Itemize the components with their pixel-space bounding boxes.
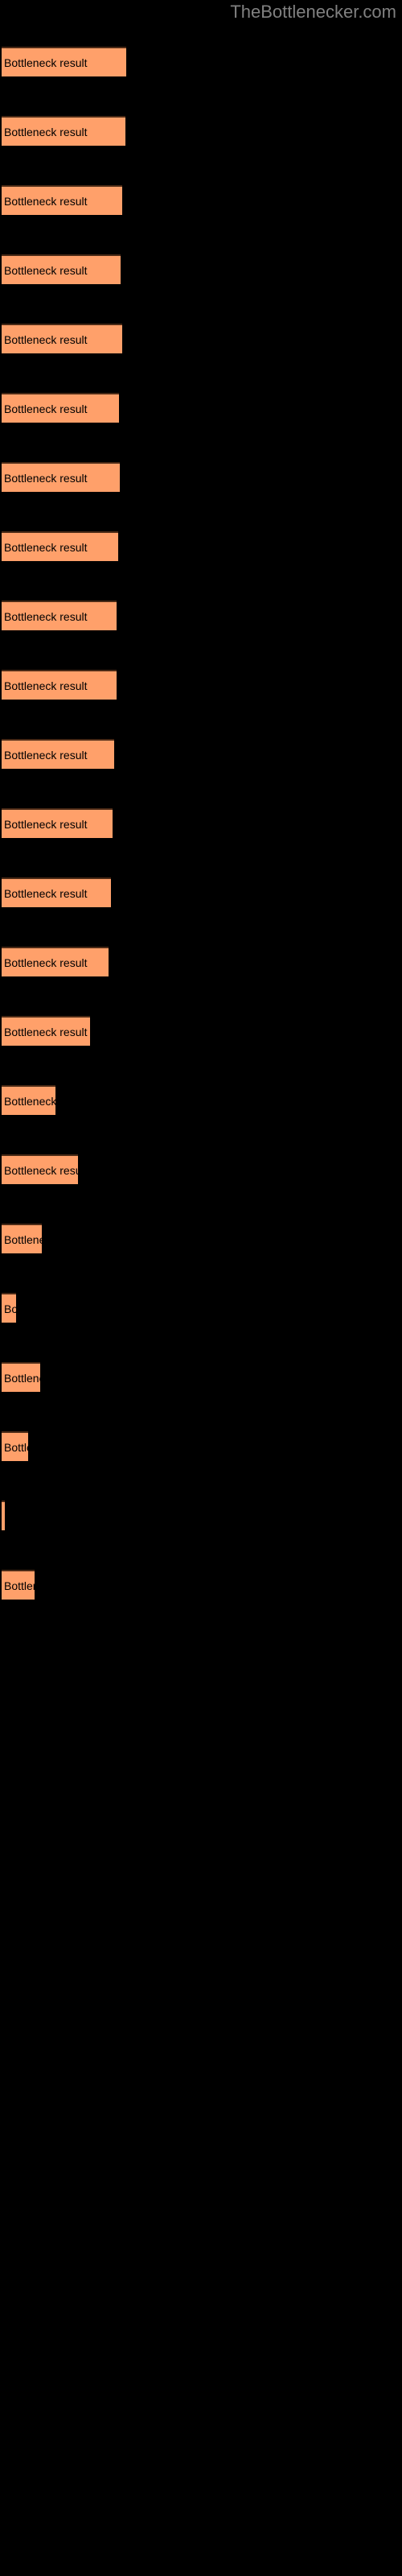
- bar-row[interactable]: Bottleneck result: [2, 47, 126, 76]
- bar-label: Bottleneck result: [4, 1163, 78, 1177]
- bar-label: Bottleneck result: [4, 56, 88, 69]
- bar-row[interactable]: Bottleneck result: [2, 1085, 55, 1115]
- bar[interactable]: Bottleneck result: [2, 254, 121, 284]
- bar[interactable]: Bottleneck result: [2, 670, 117, 700]
- bar[interactable]: Bottleneck result: [2, 1362, 40, 1392]
- bar[interactable]: Bottleneck result: [2, 393, 119, 423]
- bar-row[interactable]: Bottleneck result: [2, 116, 125, 146]
- bar-label: Bottleneck result: [4, 540, 88, 554]
- bar[interactable]: Bottleneck result: [2, 1431, 28, 1461]
- bar-row[interactable]: Bottleneck result: [2, 947, 109, 976]
- bar[interactable]: Bottleneck result: [2, 1501, 5, 1530]
- bar-label: Bottleneck result: [4, 194, 88, 208]
- bar-row[interactable]: Bottleneck result: [2, 1501, 5, 1530]
- bar-label: Bottleneck result: [4, 471, 88, 485]
- bar[interactable]: Bottleneck result: [2, 47, 126, 76]
- bar[interactable]: Bottleneck result: [2, 531, 118, 561]
- bar[interactable]: Bottleneck result: [2, 116, 125, 146]
- bar-label: Bottleneck result: [4, 1094, 55, 1108]
- bar-label: Bottleneck result: [4, 886, 88, 900]
- bar-label: Bottleneck result: [4, 679, 88, 692]
- bar-row[interactable]: Bottleneck result: [2, 1431, 28, 1461]
- bar[interactable]: Bottleneck result: [2, 324, 122, 353]
- bar-row[interactable]: Bottleneck result: [2, 393, 119, 423]
- bar-label: Bottleneck result: [4, 1510, 5, 1523]
- bar-label: Bottleneck result: [4, 402, 88, 415]
- bar-row[interactable]: Bottleneck result: [2, 877, 111, 907]
- bar-label: Bottleneck result: [4, 1440, 28, 1454]
- bar-row[interactable]: Bottleneck result: [2, 324, 122, 353]
- bar-row[interactable]: Bottleneck result: [2, 531, 118, 561]
- bar-row[interactable]: Bottleneck result: [2, 185, 122, 215]
- bar-label: Bottleneck result: [4, 956, 88, 969]
- bar[interactable]: Bottleneck result: [2, 601, 117, 630]
- bar-label: Bottleneck result: [4, 263, 88, 277]
- bar[interactable]: Bottleneck result: [2, 462, 120, 492]
- bar-label: Bottleneck result: [4, 1371, 40, 1385]
- bar-label: Bottleneck result: [4, 1025, 88, 1038]
- bar[interactable]: Bottleneck result: [2, 1085, 55, 1115]
- bar-label: Bottleneck result: [4, 817, 88, 831]
- bar-row[interactable]: Bottleneck result: [2, 1224, 42, 1253]
- bar[interactable]: Bottleneck result: [2, 1154, 78, 1184]
- bar-label: Bottleneck result: [4, 609, 88, 623]
- bar[interactable]: Bottleneck result: [2, 1016, 90, 1046]
- bottleneck-bar-chart: Bottleneck result Bottleneck result Bottle…: [0, 0, 402, 2576]
- bar-label: Bottleneck result: [4, 332, 88, 346]
- bar-row[interactable]: Bottleneck result: [2, 254, 121, 284]
- bar-row[interactable]: Bottleneck result: [2, 1570, 35, 1600]
- bar-label: Bottleneck result: [4, 1579, 35, 1592]
- bar[interactable]: Bottleneck result: [2, 808, 113, 838]
- bar-row[interactable]: Bottleneck result: [2, 739, 114, 769]
- bar[interactable]: Bottleneck result: [2, 1224, 42, 1253]
- bar-row[interactable]: Bottleneck result: [2, 1154, 78, 1184]
- bar-row[interactable]: Bottleneck result: [2, 808, 113, 838]
- bar[interactable]: Bottleneck result: [2, 185, 122, 215]
- page-root: TheBottlenecker.com Bottleneck result Bot…: [0, 0, 402, 2576]
- bar-label: Bottleneck result: [4, 1302, 16, 1315]
- bar-label: Bottleneck result: [4, 125, 88, 138]
- bar-label: Bottleneck result: [4, 1232, 42, 1246]
- bar[interactable]: Bottleneck result: [2, 947, 109, 976]
- bar-label: Bottleneck result: [4, 748, 88, 762]
- bar[interactable]: Bottleneck result: [2, 1570, 35, 1600]
- bar[interactable]: Bottleneck result: [2, 1293, 16, 1323]
- bar-row[interactable]: Bottleneck result: [2, 1293, 16, 1323]
- bar-row[interactable]: Bottleneck result: [2, 601, 117, 630]
- bar[interactable]: Bottleneck result: [2, 877, 111, 907]
- bar[interactable]: Bottleneck result: [2, 739, 114, 769]
- bar-row[interactable]: Bottleneck result: [2, 462, 120, 492]
- bar-row[interactable]: Bottleneck result: [2, 1016, 90, 1046]
- bar-row[interactable]: Bottleneck result: [2, 670, 117, 700]
- bar-row[interactable]: Bottleneck result: [2, 1362, 40, 1392]
